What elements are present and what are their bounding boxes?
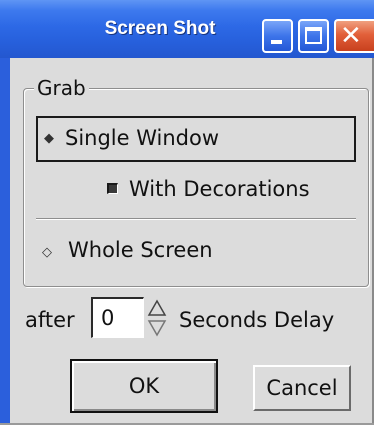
single-window-radio-icon[interactable]: ◆ bbox=[44, 132, 54, 146]
maximize-button[interactable] bbox=[298, 19, 329, 53]
group-divider bbox=[36, 218, 356, 220]
minimize-icon bbox=[271, 40, 282, 44]
close-icon: ✕ bbox=[340, 21, 362, 51]
with-decorations-label[interactable]: With Decorations bbox=[129, 176, 310, 202]
window-left-edge bbox=[0, 58, 10, 425]
spinner-arrows-icon[interactable] bbox=[146, 298, 168, 338]
with-decorations-checkbox[interactable] bbox=[107, 183, 118, 194]
minimize-button[interactable] bbox=[262, 19, 293, 53]
whole-screen-label[interactable]: Whole Screen bbox=[68, 237, 213, 263]
delay-suffix-label: Seconds Delay bbox=[179, 308, 335, 332]
close-button[interactable]: ✕ bbox=[334, 19, 374, 53]
grab-group-legend: Grab bbox=[34, 76, 89, 100]
maximize-icon bbox=[305, 27, 322, 44]
delay-seconds-input[interactable] bbox=[91, 297, 144, 338]
ok-button[interactable]: OK bbox=[70, 359, 218, 413]
whole-screen-radio-icon[interactable]: ◇ bbox=[42, 246, 52, 260]
title-bar[interactable]: Screen Shot ✕ bbox=[0, 0, 374, 58]
delay-prefix-label: after bbox=[25, 308, 75, 332]
single-window-label[interactable]: Single Window bbox=[65, 125, 219, 151]
cancel-button[interactable]: Cancel bbox=[253, 365, 351, 411]
